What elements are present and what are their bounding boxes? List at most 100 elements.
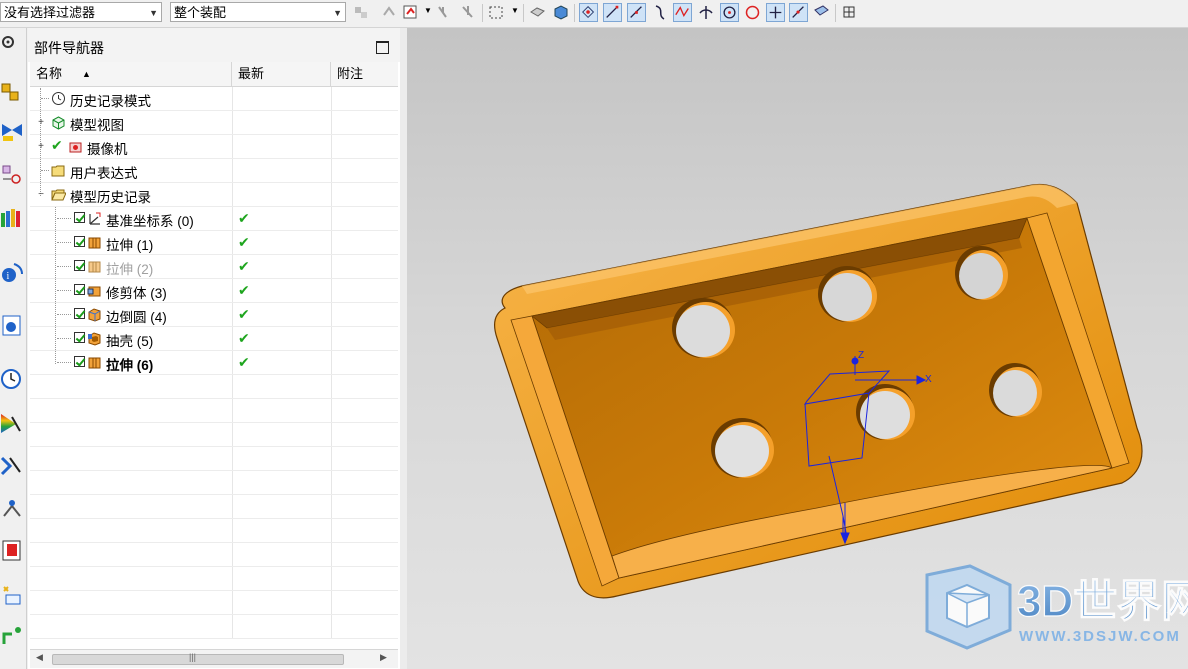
tree-row-label: 抽壳 (5) [106, 334, 154, 349]
up-to-date-check-icon: ✔ [238, 258, 250, 274]
rectangle-select-icon[interactable] [487, 3, 506, 22]
checkmark-icon: ✔ [51, 137, 63, 153]
clock-icon [52, 92, 65, 105]
column-latest-label: 最新 [238, 66, 265, 81]
tree-row-extrude-1[interactable]: 拉伸 (1) ✔ [30, 231, 398, 255]
visibility-checkbox[interactable] [74, 212, 85, 223]
selection-filter-dropdown[interactable]: 没有选择过滤器 ▼ [0, 2, 162, 22]
snap-mid-point-icon[interactable] [627, 3, 646, 22]
toolbar-separator [523, 4, 524, 22]
column-header-note[interactable]: 附注 [331, 62, 398, 86]
scroll-right-icon[interactable]: ▶ [380, 652, 387, 663]
roles-icon[interactable] [0, 538, 24, 562]
toolbar-separator [574, 4, 575, 22]
reuse-library-icon[interactable] [0, 205, 24, 229]
shelled-part[interactable] [494, 183, 1143, 599]
tree-row-model-views[interactable]: + 模型视图 [30, 111, 398, 135]
empty-row [30, 543, 398, 567]
system-scene-icon[interactable] [0, 583, 24, 607]
horizontal-scrollbar[interactable]: ◀ ||| ▶ [30, 649, 398, 668]
snap-arc-center-icon[interactable] [697, 3, 716, 22]
top-toolbar: 没有选择过滤器 ▼ 整个装配 ▼ ▼ ▼ [0, 0, 1188, 28]
up-to-date-check-icon: ✔ [238, 354, 250, 370]
expand-plus-icon[interactable]: + [37, 118, 45, 128]
snap-intersect-icon[interactable] [458, 3, 477, 22]
settings-gear-icon[interactable] [0, 32, 24, 56]
chevron-down-icon: ▼ [333, 8, 342, 18]
empty-row [30, 375, 398, 399]
select-upward-icon[interactable] [380, 3, 399, 22]
column-name-label: 名称 [36, 66, 63, 81]
snap-point-icon[interactable] [434, 3, 453, 22]
tree-row-extrude-6[interactable]: 拉伸 (6) ✔ [30, 351, 398, 375]
snap-quadrant-icon[interactable] [743, 3, 762, 22]
tree-row-shell[interactable]: 抽壳 (5) ✔ [30, 327, 398, 351]
column-header-name[interactable]: 名称 ▲ [30, 62, 232, 86]
snap-point-on-curve-icon[interactable] [789, 3, 808, 22]
manufacturing-wizard-icon[interactable] [0, 496, 24, 520]
snap-control-point-icon[interactable] [651, 3, 670, 22]
snap-center-icon[interactable] [720, 3, 739, 22]
tree-row-user-expressions[interactable]: 用户表达式 [30, 159, 398, 183]
empty-row [30, 423, 398, 447]
chevron-down-icon[interactable]: ▼ [511, 6, 519, 15]
up-to-date-check-icon: ✔ [238, 234, 250, 250]
tree-row-trim-body[interactable]: 修剪体 (3) ✔ [30, 279, 398, 303]
visibility-checkbox[interactable] [74, 284, 85, 295]
panel-splitter[interactable] [400, 28, 407, 669]
part-navigator-panel: 部件导航器 名称 ▲ 最新 附注 历史记录模式 + 模型视图 + ✔ 摄像机 用… [28, 28, 401, 669]
selection-scope-dropdown[interactable]: 整个装配 ▼ [170, 2, 346, 22]
toolbar-separator [482, 4, 483, 22]
snap-endpoints-icon[interactable] [579, 3, 598, 22]
visibility-checkbox[interactable] [74, 332, 85, 343]
scrollbar-thumb[interactable]: ||| [52, 652, 344, 665]
open-folder-icon [51, 189, 66, 201]
scroll-left-icon[interactable]: ◀ [36, 652, 43, 663]
process-studio-icon[interactable] [0, 454, 24, 478]
grid-icon[interactable] [840, 3, 859, 22]
visibility-checkbox[interactable] [74, 356, 85, 367]
tree-row-label: 模型历史记录 [70, 190, 151, 205]
watermark-url: WWW.3DSJW.COM [1019, 628, 1181, 645]
facet-body-icon[interactable] [528, 3, 547, 22]
tree-row-extrude-2[interactable]: 拉伸 (2) ✔ [30, 255, 398, 279]
select-feature-icon[interactable] [402, 3, 421, 22]
column-header-row: 名称 ▲ 最新 附注 [30, 62, 398, 87]
resource-bar: i [0, 28, 27, 669]
web-browser-icon[interactable] [0, 313, 24, 337]
camera-icon [69, 142, 82, 153]
assembly-navigator-icon[interactable] [0, 80, 24, 104]
snap-existing-point-icon[interactable] [766, 3, 785, 22]
tree-row-cameras[interactable]: + ✔ 摄像机 [30, 135, 398, 159]
up-to-date-check-icon: ✔ [238, 306, 250, 322]
maximize-icon[interactable] [376, 41, 389, 54]
part-navigator-icon[interactable] [0, 163, 24, 187]
visibility-checkbox[interactable] [74, 260, 85, 271]
tree-row-label: 拉伸 (2) [106, 262, 154, 277]
solid-body-icon[interactable] [551, 3, 570, 22]
expand-plus-icon[interactable]: + [37, 142, 45, 152]
tree-row-datum-csys[interactable]: 基准坐标系 (0) ✔ [30, 207, 398, 231]
graphics-window[interactable]: Z X Y 3D世界网 WWW.3DSJW.COM [407, 28, 1188, 669]
column-header-latest[interactable]: 最新 [232, 62, 331, 86]
constraint-navigator-icon[interactable] [0, 118, 24, 142]
assembly-select-icon[interactable] [352, 3, 371, 22]
chevron-down-icon[interactable]: ▼ [424, 6, 432, 15]
visibility-checkbox[interactable] [74, 236, 85, 247]
system-materials-icon[interactable] [0, 411, 24, 435]
tree-row-edge-blend[interactable]: 边倒圆 (4) ✔ [30, 303, 398, 327]
edge-blend-icon [88, 308, 101, 322]
visibility-checkbox[interactable] [74, 308, 85, 319]
watermark-logo [925, 564, 1012, 650]
tree-row-label: 基准坐标系 (0) [106, 214, 194, 229]
history-clock-icon[interactable] [0, 366, 24, 390]
axis-x-label: X [925, 374, 932, 385]
hd3d-tools-icon[interactable]: i [0, 260, 24, 284]
snap-point-on-face-icon[interactable] [812, 3, 831, 22]
snap-intersection-icon[interactable] [673, 3, 692, 22]
history-navigator-icon[interactable] [0, 624, 24, 648]
snap-end-point-icon[interactable] [603, 3, 622, 22]
tree-row-history-mode[interactable]: 历史记录模式 [30, 87, 398, 111]
tree-row-model-history[interactable]: − 模型历史记录 [30, 183, 398, 207]
collapse-minus-icon[interactable]: − [37, 190, 45, 200]
